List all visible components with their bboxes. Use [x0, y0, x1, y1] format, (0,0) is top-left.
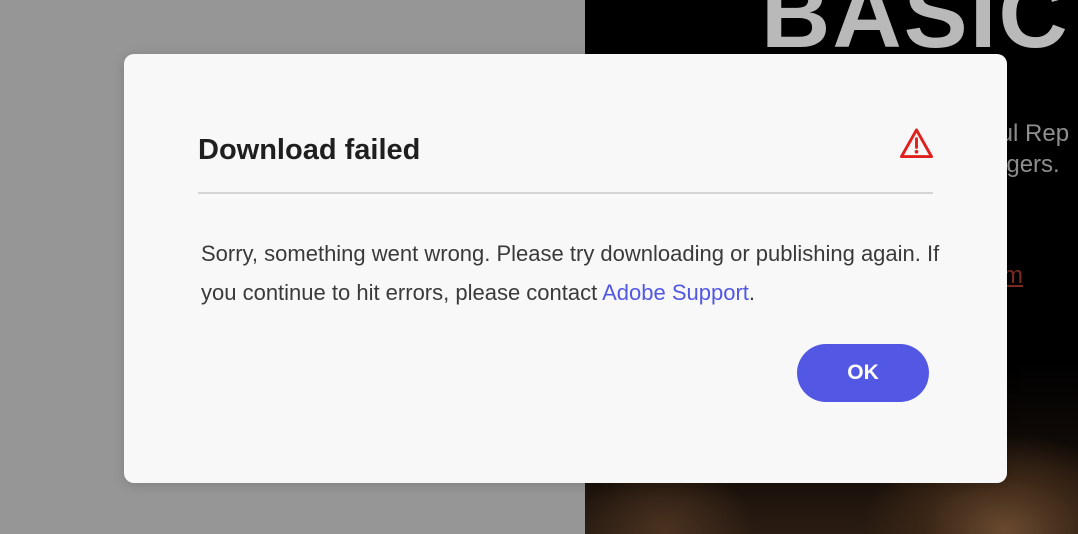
screen: BASIC ful Rep ngers. m Download failed S… — [0, 0, 1078, 534]
alert-triangle-icon — [899, 128, 933, 159]
dialog-divider — [198, 192, 933, 194]
dialog-message: Sorry, something went wrong. Please try … — [201, 234, 941, 312]
ok-button[interactable]: OK — [797, 344, 929, 402]
adobe-support-link[interactable]: Adobe Support — [602, 280, 749, 305]
dialog-message-text: Sorry, something went wrong. Please try … — [201, 241, 940, 305]
dialog-title: Download failed — [198, 134, 421, 166]
download-failed-dialog: Download failed Sorry, something went wr… — [124, 54, 1007, 483]
dialog-message-suffix: . — [748, 280, 756, 305]
